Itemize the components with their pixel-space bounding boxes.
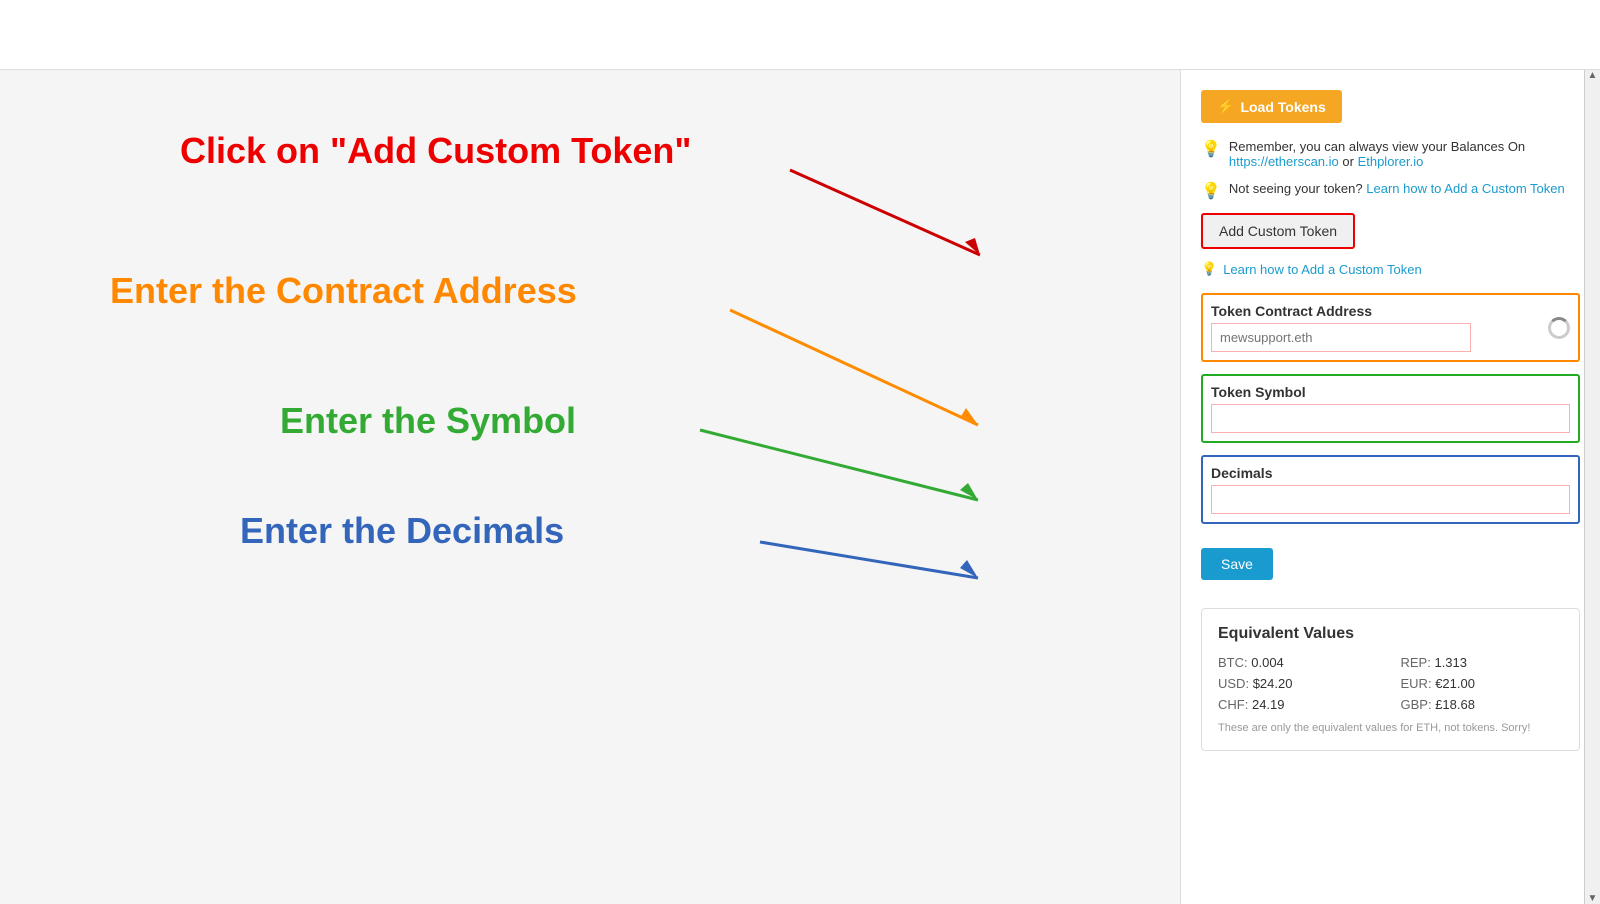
annotation-red: Click on "Add Custom Token" (180, 130, 692, 172)
load-tokens-button[interactable]: ⚡ Load Tokens (1201, 90, 1342, 123)
contract-label: Token Contract Address (1211, 303, 1542, 319)
load-tokens-label: Load Tokens (1240, 99, 1325, 115)
spinner-icon (1548, 317, 1570, 339)
annotation-orange: Enter the Contract Address (110, 270, 577, 312)
decimals-section: Decimals (1201, 455, 1580, 524)
gbp-row: GBP: £18.68 (1401, 697, 1564, 712)
left-panel: Click on "Add Custom Token" Enter the Co… (0, 70, 1180, 904)
usd-row: USD: $24.20 (1218, 676, 1381, 691)
equiv-title: Equivalent Values (1218, 625, 1563, 643)
ethplorer-link[interactable]: Ethplorer.io (1358, 154, 1424, 169)
chf-label: CHF: (1218, 697, 1248, 712)
scroll-down-arrow[interactable]: ▼ (1585, 893, 1600, 904)
eur-value: €21.00 (1435, 676, 1475, 691)
bulb-icon-2: 💡 (1201, 181, 1221, 201)
save-button[interactable]: Save (1201, 548, 1273, 580)
symbol-input[interactable] (1211, 404, 1570, 433)
eur-label: EUR: (1401, 676, 1432, 691)
rep-label: REP: (1401, 655, 1431, 670)
contract-address-input[interactable] (1211, 323, 1471, 352)
scroll-up-arrow[interactable]: ▲ (1585, 70, 1600, 81)
lightning-icon: ⚡ (1217, 98, 1234, 115)
symbol-label: Token Symbol (1211, 384, 1570, 400)
symbol-section: Token Symbol (1201, 374, 1580, 443)
equivalent-values-section: Equivalent Values BTC: 0.004 REP: 1.313 … (1201, 608, 1580, 751)
bulb-icon-1: 💡 (1201, 139, 1221, 159)
usd-label: USD: (1218, 676, 1249, 691)
decimals-box: Decimals (1201, 455, 1580, 524)
annotation-green: Enter the Symbol (280, 400, 576, 442)
top-bar (0, 0, 1600, 70)
equiv-grid: BTC: 0.004 REP: 1.313 USD: $24.20 EUR: €… (1218, 655, 1563, 712)
gbp-label: GBP: (1401, 697, 1432, 712)
scrollbar[interactable]: ▲ ▼ (1584, 70, 1600, 904)
contract-address-section: Token Contract Address (1201, 293, 1580, 362)
info-row-1: 💡 Remember, you can always view your Bal… (1201, 139, 1580, 169)
eur-row: EUR: €21.00 (1401, 676, 1564, 691)
btc-row: BTC: 0.004 (1218, 655, 1381, 670)
equiv-note: These are only the equivalent values for… (1218, 722, 1563, 734)
info1-text: Remember, you can always view your Balan… (1229, 139, 1580, 169)
main-area: Click on "Add Custom Token" Enter the Co… (0, 70, 1600, 904)
etherscan-link[interactable]: https://etherscan.io (1229, 154, 1339, 169)
decimals-input[interactable] (1211, 485, 1570, 514)
bulb-icon-3: 💡 (1201, 261, 1217, 277)
learn-link-row: 💡 Learn how to Add a Custom Token (1201, 261, 1580, 277)
chf-value: 24.19 (1252, 697, 1285, 712)
rep-row: REP: 1.313 (1401, 655, 1564, 670)
info2-text: Not seeing your token? Learn how to Add … (1229, 181, 1565, 196)
chf-row: CHF: 24.19 (1218, 697, 1381, 712)
contract-address-box: Token Contract Address (1201, 293, 1580, 362)
annotation-blue: Enter the Decimals (240, 510, 564, 552)
learn-custom-token-link[interactable]: Learn how to Add a Custom Token (1223, 262, 1422, 277)
symbol-box: Token Symbol (1201, 374, 1580, 443)
info-row-2: 💡 Not seeing your token? Learn how to Ad… (1201, 181, 1580, 201)
learn-link-info[interactable]: Learn how to Add a Custom Token (1366, 181, 1565, 196)
usd-value: $24.20 (1253, 676, 1293, 691)
add-custom-token-button[interactable]: Add Custom Token (1201, 213, 1355, 249)
btc-value: 0.004 (1251, 655, 1284, 670)
decimals-label: Decimals (1211, 465, 1570, 481)
btc-label: BTC: (1218, 655, 1248, 670)
rep-value: 1.313 (1434, 655, 1467, 670)
gbp-value: £18.68 (1435, 697, 1475, 712)
right-panel[interactable]: ⚡ Load Tokens 💡 Remember, you can always… (1180, 70, 1600, 904)
arrows-svg (0, 70, 1180, 904)
